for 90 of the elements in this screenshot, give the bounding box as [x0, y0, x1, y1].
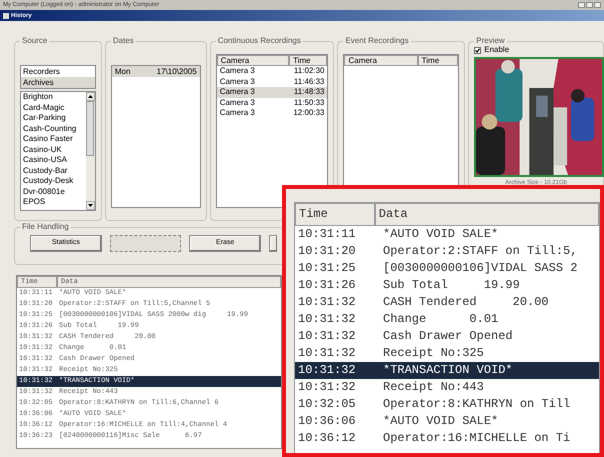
scrollbar[interactable]: [86, 92, 95, 210]
archive-item[interactable]: Card-Magic: [21, 102, 86, 113]
column-header[interactable]: Data: [374, 203, 599, 226]
archive-item[interactable]: Custody-Bar: [21, 166, 86, 176]
group-label: Dates: [112, 37, 135, 45]
archive-item[interactable]: Brighton: [21, 92, 86, 102]
archive-item[interactable]: Cash-Counting: [21, 124, 86, 134]
time-text: 10:36:12: [297, 430, 357, 447]
zoomed-log-row[interactable]: 10:36:06 *AUTO VOID SALE*: [295, 413, 599, 430]
source-mode-item[interactable]: Recorders: [21, 66, 95, 77]
time-text: 10:31:32: [297, 345, 357, 362]
time-text: 10:36:06: [297, 413, 357, 430]
camera-text: Camera 3: [218, 76, 256, 87]
enable-label: Enable: [484, 44, 510, 56]
time-text: 10:31:11: [297, 226, 357, 243]
archive-item[interactable]: Casino-UK: [21, 144, 86, 155]
archive-item[interactable]: Custody-Desk: [21, 176, 86, 186]
time-text: 10:31:32: [297, 362, 357, 379]
column-header[interactable]: Camera: [344, 55, 418, 66]
zoomed-log-row[interactable]: 10:31:26 Sub Total 19.99: [295, 277, 599, 294]
archive-item[interactable]: Casino Faster: [21, 134, 86, 144]
group-label: Preview: [475, 37, 506, 45]
group-label: Source: [21, 37, 48, 45]
time-text: 10:32:05: [297, 396, 357, 413]
recording-row[interactable]: Camera 3 11:48:33: [216, 87, 328, 98]
camera-text: Camera 3: [218, 98, 256, 108]
data-text: *AUTO VOID SALE*: [382, 226, 500, 243]
data-text: Change 0.01: [382, 311, 500, 328]
time-text: 10:31:32: [297, 294, 357, 311]
data-text: Operator:2:STAFF on Till:5,: [382, 243, 578, 260]
column-header[interactable]: Time: [289, 55, 328, 66]
zoomed-log-row[interactable]: 10:36:12 Operator:16:MICHELLE on Ti: [295, 430, 599, 447]
data-text: CASH Tendered 20.00: [382, 294, 550, 311]
time-text: 12:00:33: [292, 108, 326, 118]
group-label: Continuous Recordings: [216, 37, 302, 45]
column-header[interactable]: Time: [295, 203, 375, 226]
time-text: 11:48:33: [292, 87, 326, 98]
time-text: 11:02:30: [292, 66, 326, 76]
archive-item[interactable]: Dvr-00801e: [21, 186, 86, 197]
data-text: *TRANSACTION VOID*: [382, 362, 514, 379]
scroll-thumb[interactable]: [86, 101, 94, 156]
recording-row[interactable]: Camera 3 11:46:33: [216, 76, 328, 87]
data-text: *AUTO VOID SALE*: [382, 413, 500, 430]
recording-row[interactable]: Camera 3 11:50:33: [216, 98, 328, 108]
file-button[interactable]: [269, 235, 277, 252]
enable-checkbox[interactable]: [474, 46, 482, 54]
time-text: 10:31:32: [297, 379, 357, 396]
zoomed-log-row[interactable]: 10:31:32 Receipt No:443: [295, 379, 599, 396]
zoomed-log-row[interactable]: 10:31:32 Change 0.01: [295, 311, 599, 328]
zoomed-log-row[interactable]: 10:31:32 CASH Tendered 20.00: [295, 294, 599, 311]
group-label: File Handling: [21, 223, 70, 231]
data-text: Sub Total 19.99: [382, 277, 521, 294]
data-text: Cash Drawer Opened: [382, 328, 514, 345]
data-text: Receipt No:325: [382, 345, 485, 362]
time-text: 10:31:20: [297, 243, 357, 260]
zoomed-log-row[interactable]: 10:31:20 Operator:2:STAFF on Till:5,: [295, 243, 599, 260]
zoomed-log-row[interactable]: 10:31:32 Cash Drawer Opened: [295, 328, 599, 345]
data-text: Operator:8:KATHRYN on Till: [382, 396, 572, 413]
archive-item[interactable]: Car-Parking: [21, 113, 86, 124]
date-row[interactable]: Mon 17\10\2005: [112, 66, 200, 77]
zoomed-log-row[interactable]: 10:31:11 *AUTO VOID SALE*: [295, 226, 599, 243]
time-text: 11:50:33: [292, 98, 326, 108]
scroll-up-icon[interactable]: [86, 92, 95, 101]
scroll-down-icon[interactable]: [86, 201, 95, 210]
data-text: [0030000000106]VIDAL SASS 2: [382, 260, 578, 277]
zoomed-log-row[interactable]: 10:31:32 Receipt No:325: [295, 345, 599, 362]
zoomed-log-row[interactable]: 10:32:05 Operator:8:KATHRYN on Till: [295, 396, 599, 413]
camera-text: Camera 3: [218, 108, 256, 118]
column-header[interactable]: Camera: [216, 55, 290, 66]
date-text: 17\10\2005: [156, 66, 197, 77]
time-text: 10:31:32: [297, 328, 357, 345]
group-label: Event Recordings: [344, 37, 410, 45]
recording-row[interactable]: Camera 3 11:02:30: [216, 66, 328, 76]
source-mode-item[interactable]: Archives: [21, 77, 95, 88]
zoomed-log-row[interactable]: 10:31:25 [0030000000106]VIDAL SASS 2: [295, 260, 599, 277]
recording-row[interactable]: Camera 3 12:00:33: [216, 108, 328, 118]
data-text: Receipt No:443: [382, 379, 485, 396]
archive-item[interactable]: EPOS: [21, 197, 86, 208]
time-text: 10:31:25: [297, 260, 357, 277]
time-text: 10:31:32: [297, 311, 357, 328]
column-header[interactable]: Time: [418, 55, 458, 66]
archive-item[interactable]: Casino-USA: [21, 155, 86, 166]
time-text: 10:31:26: [297, 277, 357, 294]
zoomed-log-row[interactable]: 10:31:32 *TRANSACTION VOID*: [295, 362, 599, 379]
camera-text: Camera 3: [218, 87, 256, 98]
window-icon: [3, 12, 9, 18]
day-text: Mon: [114, 66, 130, 77]
time-text: 11:46:33: [292, 76, 326, 87]
data-text: Operator:16:MICHELLE on Ti: [382, 430, 572, 447]
camera-text: Camera 3: [218, 66, 256, 76]
